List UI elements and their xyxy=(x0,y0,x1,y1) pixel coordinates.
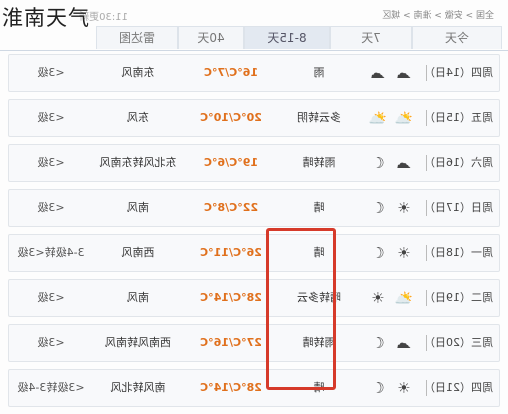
wind-direction: 南风转北风 xyxy=(110,381,166,394)
tab-radar[interactable]: 雷达图 xyxy=(96,26,178,49)
forecast-list: 周四（14日） ☁ ☁ 雨 16°C/7°C 东南风 <3级 周五（15日） ⛅ ⛅ 多云转阴 20°… xyxy=(8,54,500,414)
wind-level: <3级转3-4级 xyxy=(17,381,85,394)
divider xyxy=(426,110,427,126)
cloud-rain-icon: ☁ xyxy=(396,64,412,82)
weather-condition: 晴 xyxy=(313,201,325,214)
forecast-day: 周六（16日） xyxy=(424,156,493,169)
forecast-day: 周三（20日） xyxy=(424,336,493,349)
cloud-rain-icon: ☁ xyxy=(396,154,412,172)
moon-icon: ☾ xyxy=(371,154,385,172)
forecast-row: 周三（20日） ☁ ☾ 雨转晴 27°C/16°C 西南风转南风 <3级 xyxy=(8,324,500,362)
forecast-row: 周五（15日） ⛅ ⛅ 多云转阴 20°C/10°C 东风 <3级 xyxy=(8,99,500,137)
forecast-row: 周日（17日） ☀ ☾ 晴 22°C/8°C 南风 <3级 xyxy=(8,189,500,227)
forecast-day: 周四（21日） xyxy=(424,381,493,394)
temperature-range: 28°C/14°C xyxy=(200,381,262,394)
partly-cloudy-icon: ⛅ xyxy=(394,109,414,127)
wind-level: <3级 xyxy=(37,156,65,169)
temperature-range: 16°C/7°C xyxy=(203,66,259,79)
wind-direction: 东南风 xyxy=(121,66,155,79)
divider xyxy=(426,380,427,396)
sun-icon: ☀ xyxy=(397,244,411,262)
moon-icon: ☾ xyxy=(371,334,385,352)
forecast-row: 周一（18日） ☀ ☾ 晴 26°C/11°C 西南风 3-4级转<3级 xyxy=(8,234,500,272)
moon-icon: ☾ xyxy=(371,244,385,262)
temperature-highlight-box xyxy=(266,228,336,390)
sun-icon: ☀ xyxy=(371,289,385,307)
page-title: 淮南天气 xyxy=(2,6,90,30)
weather-condition: 雨 xyxy=(313,66,325,79)
forecast-row: 周四（14日） ☁ ☁ 雨 16°C/7°C 东南风 <3级 xyxy=(8,54,500,92)
divider xyxy=(426,245,427,261)
moon-icon: ☾ xyxy=(371,199,385,217)
weather-condition: 多云转阴 xyxy=(297,111,341,124)
wind-level: <3级 xyxy=(37,336,65,349)
wind-direction: 西南风转南风 xyxy=(105,336,171,349)
breadcrumb[interactable]: 全国 > 安徽 > 淮南 > 城区 xyxy=(382,8,494,21)
forecast-day: 周五（15日） xyxy=(424,111,493,124)
divider xyxy=(426,290,427,306)
tab-7-days[interactable]: 7天 xyxy=(330,26,412,49)
forecast-row: 周四（21日） ☀ ☾ 晴 28°C/14°C 南风转北风 <3级转3-4级 xyxy=(8,369,500,407)
tab-today[interactable]: 今天 xyxy=(412,26,502,49)
cloud-rain-icon: ☁ xyxy=(396,334,412,352)
wind-direction: 南风 xyxy=(127,291,149,304)
forecast-day: 周二（19日） xyxy=(424,291,493,304)
sun-icon: ☀ xyxy=(397,199,411,217)
wind-level: <3级 xyxy=(37,111,65,124)
temperature-range: 26°C/11°C xyxy=(200,246,262,259)
weather-condition: 雨转晴 xyxy=(302,156,336,169)
forecast-day: 周一（18日） xyxy=(424,246,493,259)
tab-40-days[interactable]: 40天 xyxy=(178,26,244,49)
wind-direction: 南风 xyxy=(127,201,149,214)
wind-level: 3-4级转<3级 xyxy=(17,246,85,259)
wind-direction: 东北风转东南风 xyxy=(99,156,177,169)
forecast-day: 周日（17日） xyxy=(424,201,493,214)
forecast-row: 周二（19日） ⛅ ☀ 晴转多云 28°C/14°C 南风 <3级 xyxy=(8,279,500,317)
wind-direction: 东风 xyxy=(127,111,149,124)
divider xyxy=(426,65,427,81)
wind-level: <3级 xyxy=(37,201,65,214)
divider xyxy=(426,155,427,171)
divider xyxy=(426,200,427,216)
moon-icon: ☾ xyxy=(371,379,385,397)
partly-cloudy-icon: ⛅ xyxy=(368,109,388,127)
forecast-row: 周六（16日） ☁ ☾ 雨转晴 19°C/6°C 东北风转东南风 <3级 xyxy=(8,144,500,182)
sun-icon: ☀ xyxy=(397,379,411,397)
cloud-rain-icon: ☁ xyxy=(370,64,386,82)
temperature-range: 27°C/16°C xyxy=(200,336,262,349)
temperature-range: 19°C/6°C xyxy=(203,156,259,169)
divider xyxy=(426,335,427,351)
forecast-day: 周四（14日） xyxy=(424,66,493,79)
temperature-range: 22°C/8°C xyxy=(203,201,259,214)
wind-direction: 西南风 xyxy=(121,246,155,259)
partly-cloudy-icon: ⛅ xyxy=(394,289,414,307)
temperature-range: 28°C/14°C xyxy=(200,291,262,304)
wind-level: <3级 xyxy=(37,291,65,304)
wind-level: <3级 xyxy=(37,66,65,79)
tab-8-15-days[interactable]: 8-15天 xyxy=(244,26,330,49)
temperature-range: 20°C/10°C xyxy=(200,111,262,124)
mirrored-weather-page: 全国 > 安徽 > 淮南 > 城区 11:30更新 今天 7天 8-15天 40… xyxy=(0,0,508,407)
